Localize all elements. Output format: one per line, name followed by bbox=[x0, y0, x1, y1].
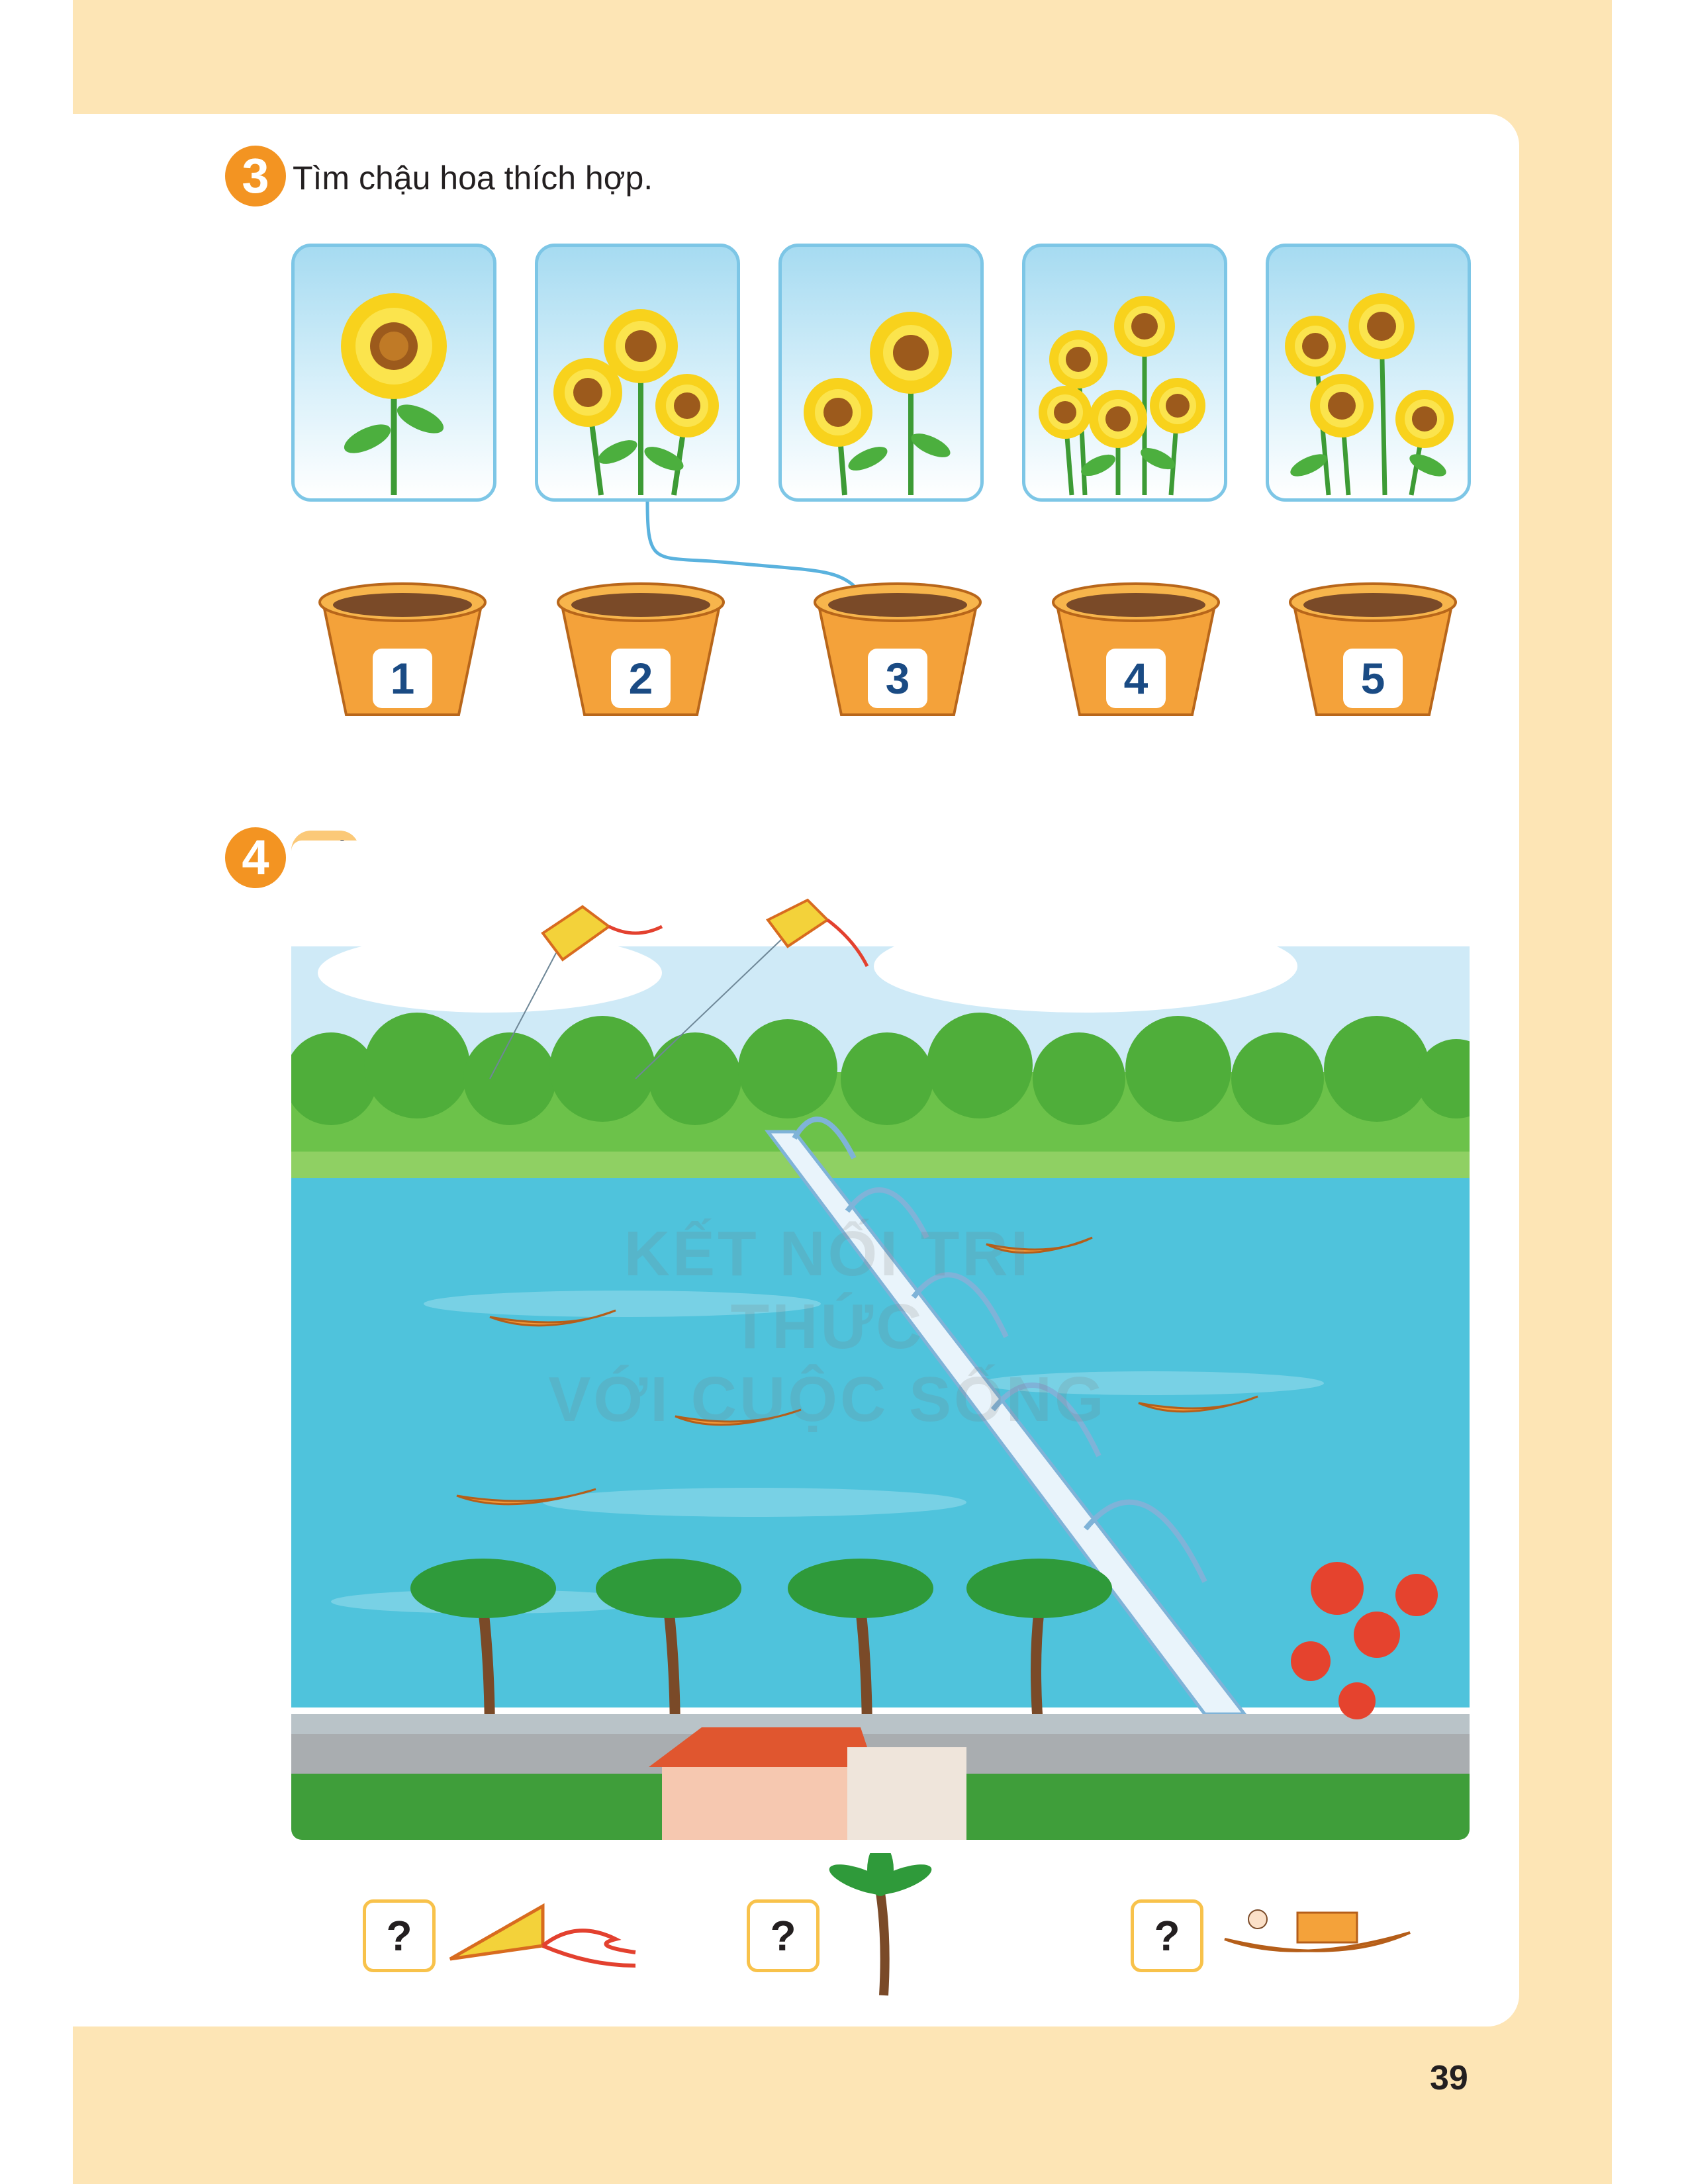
watermark-line-2: VỚI CUỘC SỐNG bbox=[548, 1364, 1107, 1435]
exercise-3-badge: 3 bbox=[225, 146, 286, 206]
flower-card-3 bbox=[778, 244, 984, 502]
sunflower-1-illustration bbox=[341, 293, 447, 495]
exercise-4-badge: 4 bbox=[225, 827, 286, 888]
sunflower-3-illustration bbox=[553, 309, 719, 496]
exercise-3-instruction: Tìm chậu hoa thích hợp. bbox=[293, 159, 653, 197]
pot-label: 5 bbox=[1343, 649, 1403, 708]
flower-pot-4[interactable]: 4 bbox=[1050, 582, 1222, 721]
answer-box-kites[interactable]: ? bbox=[363, 1899, 436, 1972]
palm-tree-icon bbox=[829, 1853, 932, 1996]
answer-box-palm-trees[interactable]: ? bbox=[747, 1899, 820, 1972]
flower-card-1 bbox=[291, 244, 496, 502]
flower-card-2 bbox=[535, 244, 740, 502]
sunflower-5-illustration bbox=[1039, 296, 1205, 496]
flower-pot-2[interactable]: 2 bbox=[555, 582, 727, 721]
answer-box-boats[interactable]: ? bbox=[1131, 1899, 1203, 1972]
flower-card-4 bbox=[1022, 244, 1227, 502]
sunflower-4-illustration bbox=[1285, 293, 1454, 496]
boat-icon bbox=[1224, 1909, 1411, 1952]
sunflower-2-illustration bbox=[804, 312, 952, 496]
watermark: KẾT NỐI TRI THỨC VỚI CUỘC SỐNG bbox=[530, 1218, 1125, 1436]
pot-label: 2 bbox=[611, 649, 671, 708]
watermark-line-1: KẾT NỐI TRI THỨC bbox=[624, 1218, 1031, 1362]
flower-pot-3[interactable]: 3 bbox=[812, 582, 984, 721]
flower-pot-5[interactable]: 5 bbox=[1287, 582, 1459, 721]
pot-label: 4 bbox=[1106, 649, 1166, 708]
flower-pot-1[interactable]: 1 bbox=[316, 582, 489, 721]
pot-label: 1 bbox=[373, 649, 432, 708]
pot-label: 3 bbox=[868, 649, 927, 708]
kite-icon bbox=[449, 1903, 636, 1968]
flower-card-5 bbox=[1266, 244, 1471, 502]
page-number: 39 bbox=[1430, 2059, 1468, 2097]
